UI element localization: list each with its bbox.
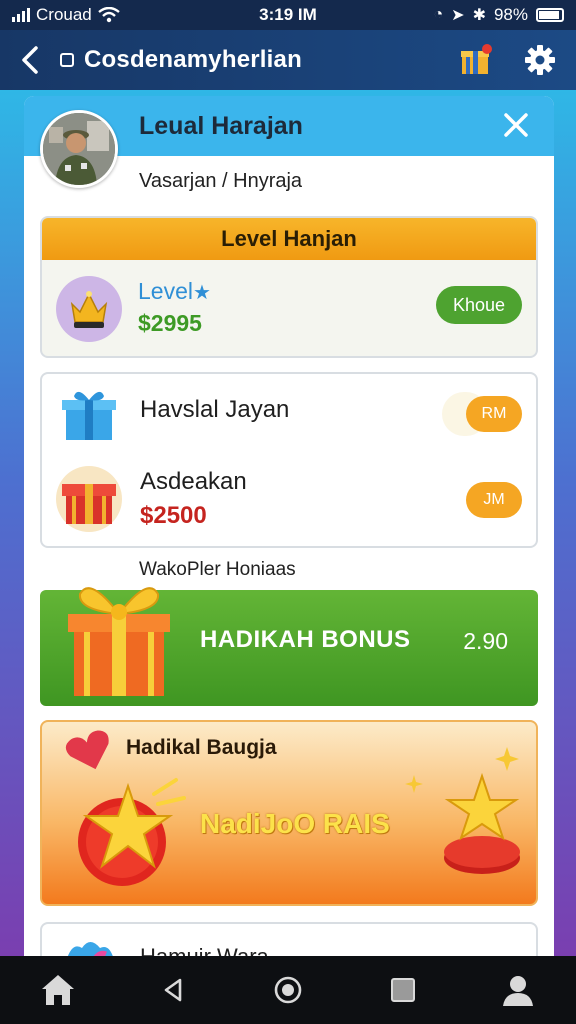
red-gift-box-icon <box>62 484 116 524</box>
bonus-banner-button[interactable]: HADIKAH BONUS 2.90 <box>40 587 538 706</box>
gift-list-card: Havslal Jayan RM Asdeakan $2500 JM <box>40 372 538 548</box>
app-title: Cosdenamyherlian <box>84 46 302 73</box>
battery-percent: 98% <box>493 5 528 24</box>
level-action-button[interactable]: Khoue <box>436 286 522 324</box>
app-title-wrap: Cosdenamyherlian <box>60 46 450 74</box>
status-right: ◔ ➤ ✱ 98% <box>364 5 564 25</box>
bluetooth-icon: ✱ <box>472 7 486 24</box>
gift-item-button[interactable]: JM <box>466 482 522 518</box>
nav-recents-button[interactable] <box>373 960 433 1020</box>
trophy-star-icon <box>444 772 520 874</box>
nav-profile-button[interactable] <box>488 960 548 1020</box>
list-item[interactable]: Hamuir Wara <box>40 922 538 956</box>
back-button[interactable] <box>0 30 60 90</box>
battery-icon <box>536 8 564 22</box>
alarm-icon: ◔ <box>433 6 444 23</box>
bonus-banner-text: HADIKAH BONUS <box>200 626 411 653</box>
profile-icon <box>503 976 534 1006</box>
heart-icon <box>65 730 109 770</box>
settings-button[interactable] <box>514 34 566 86</box>
avatar[interactable] <box>40 110 118 188</box>
wifi-icon <box>98 7 120 23</box>
list-item-title: Hamuir Wara <box>140 944 269 956</box>
crown-badge <box>56 276 122 342</box>
close-button[interactable] <box>496 106 536 146</box>
sparkle-star-icon <box>495 747 519 771</box>
gift-item-title: Havslal Jayan <box>140 396 290 423</box>
sparkle-star-icon <box>405 775 423 793</box>
close-icon <box>504 113 528 137</box>
status-bar: Crouad 3:19 IM ◔ ➤ ✱ 98% <box>0 0 576 30</box>
recents-square-icon <box>391 978 416 1002</box>
panel-subtitle: Vasarjan / Hnyraja <box>139 170 303 192</box>
user-photo-icon <box>43 113 115 185</box>
promo-card[interactable]: Hadikal Baugja NadiJoO RAIS <box>40 720 538 906</box>
bonus-amount: 2.90 <box>463 628 508 654</box>
location-icon: ➤ <box>451 7 465 24</box>
gift-item-title: Asdeakan <box>140 468 247 495</box>
level-label-wrap: Level★ <box>138 278 211 305</box>
gift-box-icon <box>461 44 492 74</box>
level-label: Level <box>138 278 193 304</box>
crown-icon <box>70 291 108 328</box>
nav-back-button[interactable] <box>143 960 203 1020</box>
star-icon: ★ <box>192 282 211 304</box>
gear-icon <box>525 45 555 75</box>
level-price: $2995 <box>138 310 202 336</box>
nav-home-circle-button[interactable] <box>258 960 318 1020</box>
status-time: 3:19 IM <box>259 5 317 24</box>
colorful-shape-icon <box>67 942 113 956</box>
system-nav-bar <box>0 956 576 1024</box>
bonus-panel: Leual Harajan Vasarjan / Hnyraja Level H… <box>24 96 554 956</box>
app-bar: Cosdenamyherlian <box>0 30 576 90</box>
signal-icon <box>12 8 30 22</box>
promo-title: Hadikal Baugja <box>126 736 277 759</box>
gift-item-price: $2500 <box>140 502 207 529</box>
gift-box-icon <box>68 587 170 696</box>
home-circle-icon <box>274 976 302 1004</box>
carrier-label: Crouad <box>36 5 92 24</box>
star-coin-icon <box>78 778 186 886</box>
home-icon <box>41 975 74 1005</box>
level-card-header: Level Hanjan <box>42 218 536 260</box>
status-left: Crouad <box>12 5 212 25</box>
level-card: Level Hanjan Level★ $2995 Khoue <box>40 216 538 358</box>
promo-center-text: NadiJoO RAIS <box>200 808 390 839</box>
nav-home-button[interactable] <box>28 960 88 1020</box>
gift-shop-button[interactable] <box>450 34 502 86</box>
blue-gift-box-icon <box>62 391 116 440</box>
panel-title: Leual Harajan <box>139 112 303 140</box>
back-triangle-icon <box>164 978 182 1002</box>
window-icon <box>60 53 74 67</box>
gift-item-button[interactable]: RM <box>466 396 522 432</box>
chevron-left-icon <box>22 46 38 74</box>
